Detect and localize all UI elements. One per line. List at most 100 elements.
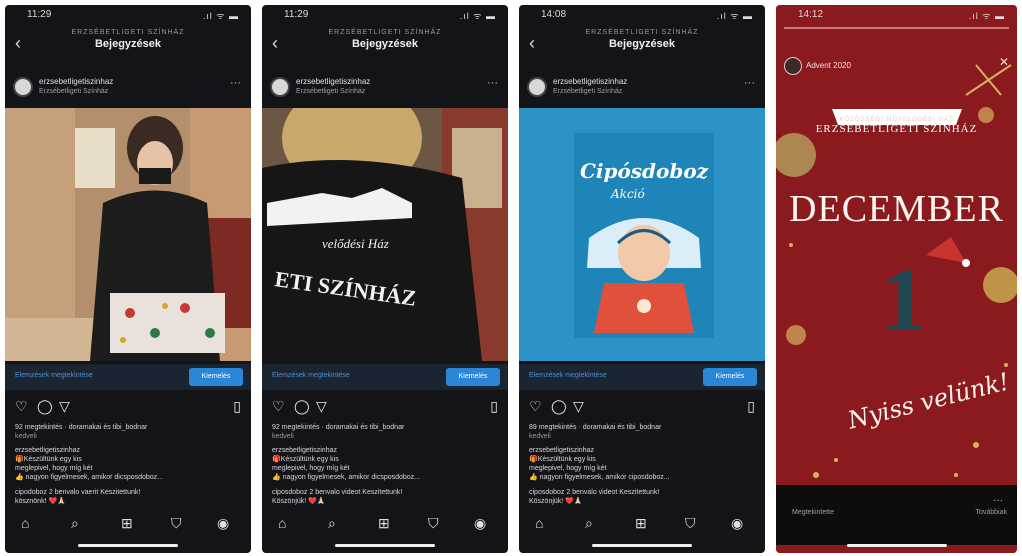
signal-icon: .ıl ᯤ ▬: [202, 11, 239, 21]
send-icon[interactable]: ▽: [316, 398, 327, 415]
signal-icon: .ıl ᯤ ▬: [968, 11, 1005, 21]
header-subtitle: ERZSÉBETLIGETI SZÍNHÁZ: [328, 29, 442, 36]
caption-line: 👍 nagyon figyelmesek, amikor ciposdoboz.…: [529, 474, 670, 481]
poster-title: Cipósdoboz: [580, 159, 709, 183]
page-title: Bejegyzések: [351, 38, 419, 50]
page-title: Bejegyzések: [94, 38, 162, 50]
send-icon[interactable]: ▽: [59, 398, 70, 415]
profile-icon[interactable]: ◉: [731, 515, 743, 532]
avatar[interactable]: [13, 77, 33, 97]
comment-line: cipodoboz 2 benvalo vaerit Keszitettunk!: [15, 489, 141, 496]
chevron-left-icon[interactable]: ‹: [15, 33, 21, 54]
story-screen: 14:12 .ıl ᯤ ▬ Advent 2020 ✕ KÖZÖSSÉGI MŰ…: [776, 5, 1017, 553]
page-header: ‹ ERZSÉBETLIGETI SZÍNHÁZ Bejegyzések: [5, 27, 251, 61]
insights-link[interactable]: Elemzések megtekintése: [272, 372, 350, 379]
account-name[interactable]: erzsebetligetiszinhaz: [553, 77, 627, 86]
profile-icon[interactable]: ◉: [474, 515, 486, 532]
comment-line: ciposdoboz 2 benvalo videot Keszitettunk…: [529, 489, 660, 496]
signal-icon: .ıl ᯤ ▬: [459, 11, 496, 21]
story-more-label[interactable]: Továbbiak: [975, 509, 1007, 516]
story-viewers[interactable]: Megtekintette: [792, 509, 834, 516]
caption-line: meglepivel, hogy míg két: [15, 465, 93, 472]
home-icon[interactable]: ⌂: [278, 515, 286, 531]
views-line[interactable]: 92 megtekintés · doramakai és tibi_bodna…: [272, 423, 498, 432]
ellipsis-icon[interactable]: ···: [230, 77, 241, 89]
post-account-row: erzsebetligetiszinhaz Erzsébetligeti Szí…: [5, 73, 251, 103]
shop-icon[interactable]: ⛉: [171, 515, 182, 532]
status-bar: 14:12 .ıl ᯤ ▬: [776, 5, 1017, 25]
add-icon[interactable]: ⊞: [635, 515, 647, 532]
insights-link[interactable]: Elemzések megtekintése: [15, 372, 93, 379]
promote-button[interactable]: Kiemelés: [703, 368, 757, 386]
account-location[interactable]: Erzsébetligeti Színház: [553, 88, 622, 95]
search-icon[interactable]: ⌕: [585, 515, 593, 532]
insights-link[interactable]: Elemzések megtekintése: [529, 372, 607, 379]
caption-user[interactable]: erzsebetligetiszinhaz: [15, 446, 241, 455]
post-actions: ♡ ◯ ▽ ▯: [5, 398, 251, 418]
account-location[interactable]: Erzsébetligeti Színház: [39, 88, 108, 95]
comment-icon[interactable]: ◯: [551, 398, 567, 415]
heart-icon[interactable]: ♡: [15, 398, 28, 415]
home-indicator: [592, 544, 692, 547]
home-icon[interactable]: ⌂: [21, 515, 29, 531]
promote-button[interactable]: Kiemelés: [446, 368, 500, 386]
story-brand: KÖZÖSSÉGI MŰVELŐDÉSI HÁZ ERZSÉBETLIGETI …: [776, 113, 1017, 135]
story-progress-bar: [784, 27, 1009, 29]
account-name[interactable]: erzsebetligetiszinhaz: [39, 77, 113, 86]
header-subtitle: ERZSÉBETLIGETI SZÍNHÁZ: [71, 29, 185, 36]
heart-icon[interactable]: ♡: [272, 398, 285, 415]
status-bar: 14:08 .ıl ᯤ ▬: [519, 5, 765, 25]
shop-icon[interactable]: ⛉: [428, 515, 439, 532]
brand-name: ERZSÉBETLIGETI SZÍNHÁZ: [815, 123, 978, 135]
views-line[interactable]: 92 megtekintés · doramakai és tibi_bodna…: [15, 423, 241, 432]
close-icon[interactable]: ✕: [999, 55, 1009, 69]
post-photo[interactable]: velődési Ház ETI SZÍNHÁZ: [262, 108, 508, 361]
comment-icon[interactable]: ◯: [294, 398, 310, 415]
story-user[interactable]: Advent 2020: [784, 57, 851, 75]
status-bar: 11:29 .ıl ᯤ ▬: [262, 5, 508, 25]
views-sub: kedveli: [529, 433, 551, 440]
caption-user[interactable]: erzsebetligetiszinhaz: [272, 446, 498, 455]
phone-screen-3: 14:08 .ıl ᯤ ▬ ‹ ERZSÉBETLIGETI SZÍNHÁZ B…: [519, 5, 765, 553]
page-title: Bejegyzések: [608, 38, 676, 50]
bookmark-icon[interactable]: ▯: [233, 398, 241, 415]
search-icon[interactable]: ⌕: [71, 515, 79, 532]
ellipsis-icon[interactable]: ···: [487, 77, 498, 89]
header-subtitle: ERZSÉBETLIGETI SZÍNHÁZ: [585, 29, 699, 36]
ellipsis-icon[interactable]: ···: [993, 495, 1003, 506]
post-photo[interactable]: Cipósdoboz Akció: [519, 108, 765, 361]
add-icon[interactable]: ⊞: [121, 515, 133, 532]
account-name[interactable]: erzsebetligetiszinhaz: [296, 77, 370, 86]
status-time: 11:29: [27, 9, 52, 20]
send-icon[interactable]: ▽: [573, 398, 584, 415]
comment-line: Köszönjük! ❤️🙏🏻: [272, 498, 326, 505]
ellipsis-icon[interactable]: ···: [744, 77, 755, 89]
story-footer: ··· Megtekintette Továbbiak: [776, 485, 1017, 545]
views-line[interactable]: 89 megtekintés · doramakai és tibi_bodna…: [529, 423, 755, 432]
status-bar: 11:29 .ıl ᯤ ▬: [5, 5, 251, 25]
comment-line: kösznönk! ❤️🙏🏻: [15, 498, 66, 505]
promote-button[interactable]: Kiemelés: [189, 368, 243, 386]
home-icon[interactable]: ⌂: [535, 515, 543, 531]
avatar[interactable]: [270, 77, 290, 97]
chevron-left-icon[interactable]: ‹: [529, 33, 535, 54]
phone-screen-1: 11:29 .ıl ᯤ ▬ ‹ ERZSÉBETLIGETI SZÍNHÁZ B…: [5, 5, 251, 553]
story-day: 1: [881, 251, 926, 350]
insights-bar: Elemzések megtekintése Kiemelés: [262, 364, 508, 390]
add-icon[interactable]: ⊞: [378, 515, 390, 532]
search-icon[interactable]: ⌕: [328, 515, 336, 532]
shirt-print-top: velődési Ház: [322, 236, 389, 251]
shop-icon[interactable]: ⛉: [685, 515, 696, 532]
heart-icon[interactable]: ♡: [529, 398, 542, 415]
chevron-left-icon[interactable]: ‹: [272, 33, 278, 54]
poster-subtitle: Akció: [610, 187, 645, 201]
profile-icon[interactable]: ◉: [217, 515, 229, 532]
bookmark-icon[interactable]: ▯: [747, 398, 755, 415]
post-actions: ♡ ◯ ▽ ▯: [262, 398, 508, 418]
bookmark-icon[interactable]: ▯: [490, 398, 498, 415]
avatar[interactable]: [527, 77, 547, 97]
account-location[interactable]: Erzsébetligeti Színház: [296, 88, 365, 95]
post-photo[interactable]: [5, 108, 251, 361]
caption-user[interactable]: erzsebetligetiszinhaz: [529, 446, 755, 455]
comment-icon[interactable]: ◯: [37, 398, 53, 415]
